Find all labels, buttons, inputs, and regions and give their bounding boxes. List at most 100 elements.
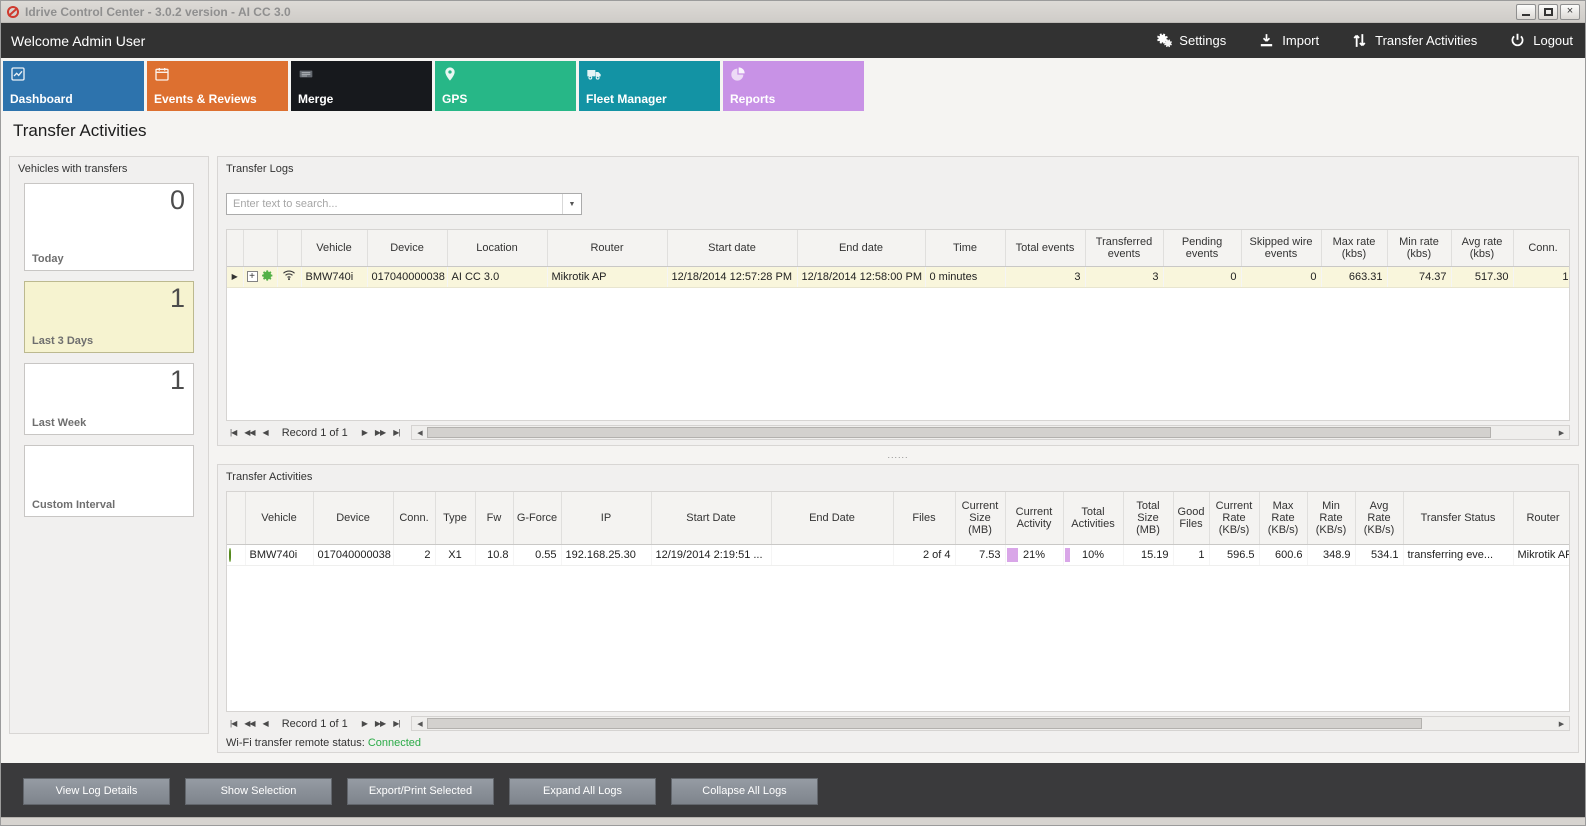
minimize-button[interactable] <box>1516 4 1536 20</box>
panel-splitter[interactable]: ...... <box>217 446 1579 464</box>
filter-card-today[interactable]: 0 Today <box>24 183 194 271</box>
view-log-details-button[interactable]: View Log Details <box>23 778 170 805</box>
col-header-time[interactable]: Time <box>925 230 1005 266</box>
col-header-device[interactable]: Device <box>313 492 393 544</box>
logs-horizontal-scrollbar[interactable]: ◀ ▶ <box>411 425 1570 440</box>
tile-merge[interactable]: Merge <box>291 61 432 111</box>
cell-current-size[interactable]: 7.53 <box>955 544 1005 565</box>
tile-gps[interactable]: GPS <box>435 61 576 111</box>
cell-total-events[interactable]: 3 <box>1005 266 1085 287</box>
cell-vehicle[interactable]: BMW740i <box>301 266 367 287</box>
cell-location[interactable]: AI CC 3.0 <box>447 266 547 287</box>
nav-next-page-button[interactable]: ▶▶ <box>371 719 389 728</box>
col-header-current-rate[interactable]: Current Rate (KB/s) <box>1209 492 1259 544</box>
export-print-selected-button[interactable]: Export/Print Selected <box>347 778 494 805</box>
col-header-location[interactable]: Location <box>447 230 547 266</box>
nav-last-button[interactable]: ▶| <box>389 428 403 437</box>
cell-total-size[interactable]: 15.19 <box>1123 544 1173 565</box>
nav-next-button[interactable]: ▶ <box>358 719 371 728</box>
col-header-max-rate[interactable]: Max Rate (KB/s) <box>1259 492 1307 544</box>
import-button[interactable]: Import <box>1258 32 1319 49</box>
col-header-min-rate[interactable]: Min rate (kbs) <box>1387 230 1451 266</box>
collapse-all-logs-button[interactable]: Collapse All Logs <box>671 778 818 805</box>
cell-min-rate[interactable]: 74.37 <box>1387 266 1451 287</box>
scroll-right-icon[interactable]: ▶ <box>1554 426 1569 439</box>
col-header-g-force[interactable]: G-Force <box>513 492 561 544</box>
col-header-total-activities[interactable]: Total Activities <box>1063 492 1123 544</box>
tile-reports[interactable]: Reports <box>723 61 864 111</box>
cell-max-rate[interactable]: 600.6 <box>1259 544 1307 565</box>
cell-skipped-wire-events[interactable]: 0 <box>1241 266 1321 287</box>
settings-button[interactable]: Settings <box>1155 32 1226 49</box>
transfer-activity-row[interactable]: BMW740i 017040000038 2 X1 10.8 0.55 192.… <box>227 544 1570 565</box>
nav-first-button[interactable]: |◀ <box>226 428 240 437</box>
nav-next-button[interactable]: ▶ <box>358 428 371 437</box>
filter-card-last-3-days[interactable]: 1 Last 3 Days <box>24 281 194 353</box>
cell-files[interactable]: 2 of 4 <box>893 544 955 565</box>
scroll-left-icon[interactable]: ◀ <box>412 717 427 730</box>
col-header-vehicle[interactable]: Vehicle <box>245 492 313 544</box>
cell-start-date[interactable]: 12/18/2014 12:57:28 PM <box>667 266 797 287</box>
transfer-activities-button[interactable]: Transfer Activities <box>1351 32 1477 49</box>
col-header-router[interactable]: Router <box>1513 492 1570 544</box>
col-header-fw[interactable]: Fw <box>475 492 513 544</box>
cell-router[interactable]: Mikrotik AP <box>1513 544 1570 565</box>
expand-row-button[interactable]: + <box>247 271 258 282</box>
filter-card-last-week[interactable]: 1 Last Week <box>24 363 194 435</box>
nav-prev-button[interactable]: ◀ <box>259 719 272 728</box>
tile-fleet-manager[interactable]: Fleet Manager <box>579 61 720 111</box>
nav-last-button[interactable]: ▶| <box>389 719 403 728</box>
cell-good-files[interactable]: 1 <box>1173 544 1209 565</box>
search-dropdown-button[interactable]: ▼ <box>562 194 581 214</box>
cell-fw[interactable]: 10.8 <box>475 544 513 565</box>
cell-current-activity[interactable]: 21% <box>1005 544 1063 565</box>
filter-card-custom-interval[interactable]: Custom Interval <box>24 445 194 517</box>
col-header-end-date[interactable]: End date <box>797 230 925 266</box>
nav-first-button[interactable]: |◀ <box>226 719 240 728</box>
cell-device[interactable]: 017040000038 <box>367 266 447 287</box>
cell-router[interactable]: Mikrotik AP <box>547 266 667 287</box>
cell-conn[interactable]: 1 <box>1513 266 1570 287</box>
col-header-conn[interactable]: Conn. <box>1513 230 1570 266</box>
activities-scrollbar-thumb[interactable] <box>427 718 1422 729</box>
cell-max-rate[interactable]: 663.31 <box>1321 266 1387 287</box>
col-header-ip[interactable]: IP <box>561 492 651 544</box>
cell-transfer-status[interactable]: transferring eve... <box>1403 544 1513 565</box>
cell-avg-rate[interactable]: 534.1 <box>1355 544 1403 565</box>
col-header-device[interactable]: Device <box>367 230 447 266</box>
show-selection-button[interactable]: Show Selection <box>185 778 332 805</box>
col-header-total-size[interactable]: Total Size (MB) <box>1123 492 1173 544</box>
transfer-log-row[interactable]: ▶ + BMW740i 017040000038 AI CC 3.0 Mikro… <box>227 266 1570 287</box>
scroll-left-icon[interactable]: ◀ <box>412 426 427 439</box>
col-header-files[interactable]: Files <box>893 492 955 544</box>
col-header-router[interactable]: Router <box>547 230 667 266</box>
col-header-current-size[interactable]: Current Size (MB) <box>955 492 1005 544</box>
cell-start-date[interactable]: 12/19/2014 2:19:51 ... <box>651 544 771 565</box>
scroll-right-icon[interactable]: ▶ <box>1554 717 1569 730</box>
col-header-conn[interactable]: Conn. <box>393 492 435 544</box>
nav-prev-page-button[interactable]: ◀◀ <box>240 428 258 437</box>
col-header-start-date[interactable]: Start date <box>667 230 797 266</box>
col-header-max-rate[interactable]: Max rate (kbs) <box>1321 230 1387 266</box>
close-button[interactable]: × <box>1560 4 1580 20</box>
logout-button[interactable]: Logout <box>1509 32 1573 49</box>
cell-device[interactable]: 017040000038 <box>313 544 393 565</box>
cell-end-date[interactable] <box>771 544 893 565</box>
cell-type[interactable]: X1 <box>435 544 475 565</box>
col-header-avg-rate[interactable]: Avg rate (kbs) <box>1451 230 1513 266</box>
cell-conn[interactable]: 2 <box>393 544 435 565</box>
col-header-vehicle[interactable]: Vehicle <box>301 230 367 266</box>
nav-next-page-button[interactable]: ▶▶ <box>371 428 389 437</box>
cell-current-rate[interactable]: 596.5 <box>1209 544 1259 565</box>
cell-g-force[interactable]: 0.55 <box>513 544 561 565</box>
col-header-good-files[interactable]: Good Files <box>1173 492 1209 544</box>
col-header-min-rate[interactable]: Min Rate (KB/s) <box>1307 492 1355 544</box>
cell-ip[interactable]: 192.168.25.30 <box>561 544 651 565</box>
cell-pending-events[interactable]: 0 <box>1163 266 1241 287</box>
col-header-pending-events[interactable]: Pending events <box>1163 230 1241 266</box>
nav-prev-page-button[interactable]: ◀◀ <box>240 719 258 728</box>
col-header-total-events[interactable]: Total events <box>1005 230 1085 266</box>
cell-total-activities[interactable]: 10% <box>1063 544 1123 565</box>
col-header-start-date[interactable]: Start Date <box>651 492 771 544</box>
cell-vehicle[interactable]: BMW740i <box>245 544 313 565</box>
